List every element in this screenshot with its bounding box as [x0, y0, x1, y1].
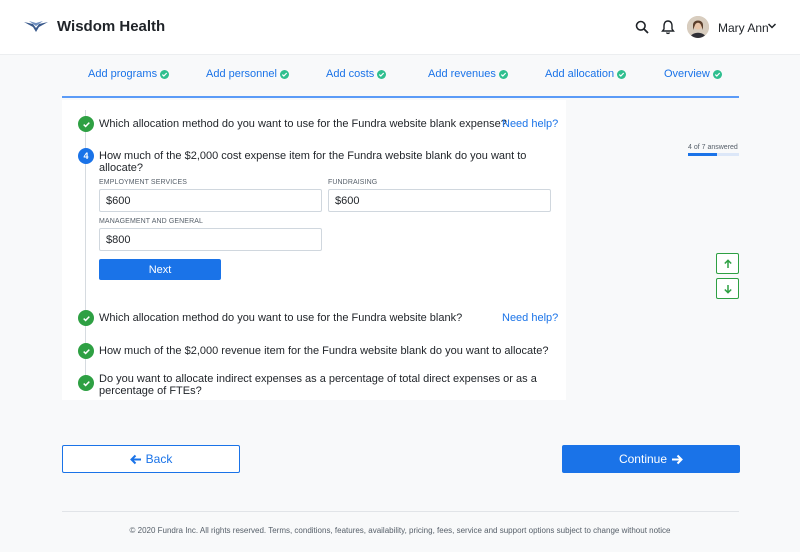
step-label: Add allocation	[545, 68, 615, 80]
fundraising-input[interactable]	[328, 189, 551, 212]
step-add-programs[interactable]: Add programs	[88, 68, 170, 80]
chevron-down-icon[interactable]	[767, 22, 777, 30]
footer-text: © 2020 Fundra Inc. All rights reserved. …	[129, 526, 671, 535]
check-circle-icon	[78, 310, 94, 326]
previous-question-button[interactable]	[716, 253, 739, 274]
app-title: Wisdom Health	[57, 18, 166, 35]
check-circle-icon	[78, 116, 94, 132]
step-add-allocation[interactable]: Add allocation	[545, 68, 627, 80]
bell-icon[interactable]	[661, 19, 675, 35]
step-label: Add programs	[88, 68, 158, 80]
step-label: Add costs	[326, 68, 375, 80]
step-overview[interactable]: Overview	[664, 68, 722, 80]
arrow-up-icon	[723, 258, 732, 268]
continue-label: Continue	[618, 452, 668, 466]
step-label: Add revenues	[428, 68, 496, 80]
check-circle-icon	[78, 375, 94, 391]
top-bar: Wisdom Health Mary Ann	[0, 0, 800, 55]
step-label: Overview	[664, 68, 710, 80]
questions-card: Which allocation method do you want to u…	[62, 100, 566, 400]
progress-fill	[688, 153, 718, 156]
arrow-left-icon	[129, 454, 141, 464]
check-circle-icon	[377, 69, 387, 79]
need-help-link[interactable]: Need help?	[502, 118, 558, 130]
step-add-costs[interactable]: Add costs	[326, 68, 387, 80]
back-label: Back	[145, 452, 173, 466]
question-number-badge: 4	[78, 148, 94, 164]
check-circle-icon	[279, 69, 289, 79]
search-icon[interactable]	[635, 20, 649, 34]
continue-button[interactable]: Continue	[562, 445, 740, 473]
check-circle-icon	[498, 69, 508, 79]
progress-bar	[688, 153, 739, 156]
next-question-button[interactable]	[716, 278, 739, 299]
avatar[interactable]	[687, 16, 709, 38]
user-name[interactable]: Mary Ann	[718, 21, 769, 35]
management-general-input[interactable]	[99, 228, 322, 251]
arrow-down-icon	[723, 284, 732, 294]
arrow-right-icon	[672, 454, 683, 464]
check-circle-icon	[160, 69, 170, 79]
back-button[interactable]: Back	[62, 445, 240, 473]
question-text[interactable]: Which allocation method do you want to u…	[99, 312, 462, 324]
step-add-personnel[interactable]: Add personnel	[206, 68, 289, 80]
footer-divider	[62, 511, 739, 512]
step-label: Add personnel	[206, 68, 277, 80]
step-add-revenues[interactable]: Add revenues	[428, 68, 508, 80]
next-button[interactable]: Next	[99, 259, 221, 280]
steps-nav: Add programs Add personnel Add costs Add…	[62, 62, 739, 98]
question-text: How much of the $2,000 cost expense item…	[99, 150, 527, 174]
employment-services-input[interactable]	[99, 189, 322, 212]
field-label: FUNDRAISING	[328, 179, 378, 186]
question-text[interactable]: Which allocation method do you want to u…	[99, 118, 507, 130]
field-label: MANAGEMENT AND GENERAL	[99, 218, 203, 225]
progress-label: 4 of 7 answered	[688, 144, 738, 151]
check-circle-icon	[712, 69, 722, 79]
check-circle-icon	[617, 69, 627, 79]
logo-icon	[24, 21, 48, 32]
question-text[interactable]: Do you want to allocate indirect expense…	[99, 373, 554, 397]
need-help-link[interactable]: Need help?	[502, 312, 558, 324]
question-text[interactable]: How much of the $2,000 revenue item for …	[99, 345, 548, 357]
check-circle-icon	[78, 343, 94, 359]
field-label: EMPLOYMENT SERVICES	[99, 179, 187, 186]
